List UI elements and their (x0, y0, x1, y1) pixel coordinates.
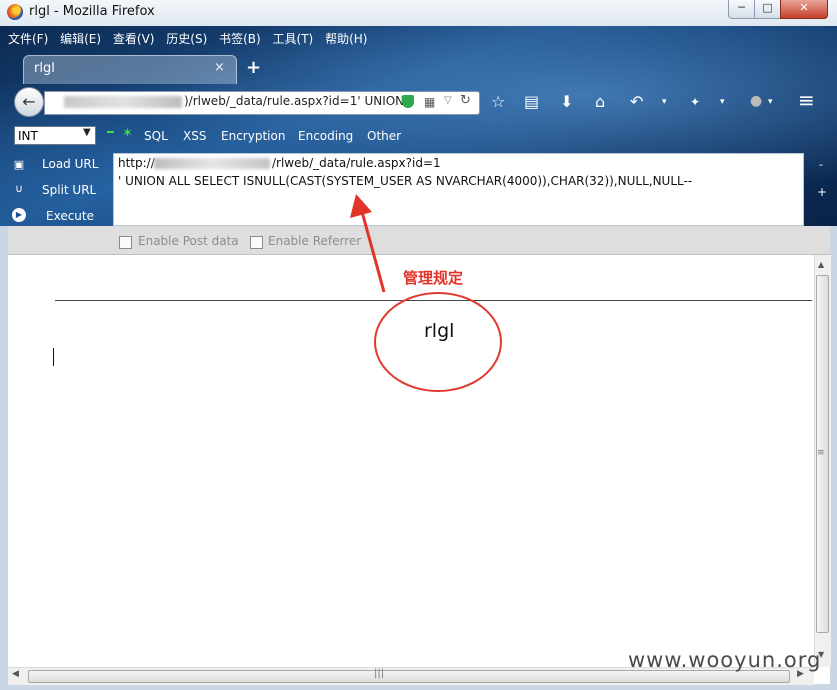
back-button[interactable]: ← (14, 87, 44, 117)
hackbar-menu-xss[interactable]: XSS (183, 129, 206, 143)
enable-referrer-checkbox[interactable] (250, 236, 263, 249)
minus-icon[interactable] (107, 131, 114, 133)
hackbar-menu-encoding[interactable]: Encoding (298, 129, 353, 143)
plus-icon[interactable]: ✶ (122, 126, 133, 141)
scroll-up-icon[interactable]: ▲ (818, 260, 824, 269)
enable-post-checkbox[interactable] (119, 236, 132, 249)
tab-rlgl[interactable] (23, 55, 237, 84)
maximize-button[interactable]: □ (754, 0, 781, 19)
extension-dropdown-icon[interactable]: ▾ (720, 97, 725, 107)
chevron-down-icon: ▼ (83, 127, 91, 138)
hackbar-redacted-host (154, 158, 270, 169)
tab-title: rlgl (34, 61, 55, 76)
reading-list-icon[interactable]: ▤ (524, 92, 539, 111)
split-url-icon: ∪ (14, 182, 24, 195)
menu-tools[interactable]: 工具(T) (273, 30, 314, 48)
scroll-left-icon[interactable]: ◀ (12, 669, 19, 679)
hackbar-menu-encryption[interactable]: Encryption (221, 129, 285, 143)
window-title: rlgl - Mozilla Firefox (29, 4, 155, 19)
split-url-button[interactable]: Split URL (42, 183, 96, 197)
extension-icon[interactable]: ✦ (690, 95, 700, 109)
scroll-grip-icon: ||| (374, 668, 385, 679)
firefox-logo-icon (7, 4, 23, 20)
window-frame-right (830, 226, 837, 690)
download-icon[interactable]: ⬇ (560, 92, 573, 111)
addon-icon[interactable]: ● (750, 93, 762, 109)
execute-icon: ▶ (12, 208, 26, 222)
hamburger-menu-icon[interactable]: ≡ (798, 88, 815, 112)
hackbar-text-line1-start: http:// (118, 156, 155, 170)
addon-dropdown-icon[interactable]: ▾ (768, 97, 773, 107)
undo-icon[interactable]: ↶ (630, 92, 643, 111)
qr-code-icon[interactable]: ▦ (424, 95, 435, 109)
undo-dropdown-icon[interactable]: ▾ (662, 97, 667, 107)
menu-view[interactable]: 查看(V) (113, 30, 155, 48)
hackbar-grow-icon[interactable]: + (817, 185, 827, 199)
close-window-button[interactable]: ✕ (780, 0, 828, 19)
annotation-arrow-icon (350, 194, 386, 293)
reload-icon[interactable]: ↻ (460, 93, 471, 108)
hackbar-text-line1-end: /rlweb/_data/rule.aspx?id=1 (272, 156, 441, 170)
scroll-grip-icon: ≡ (817, 448, 825, 458)
shield-icon[interactable] (402, 95, 414, 108)
minimize-button[interactable]: ─ (728, 0, 755, 19)
bookmark-star-icon[interactable]: ☆ (491, 92, 505, 111)
annotation-circle (374, 292, 502, 392)
load-url-icon: ▣ (13, 158, 25, 171)
home-icon[interactable]: ⌂ (595, 92, 605, 111)
new-tab-button[interactable]: + (246, 57, 261, 78)
menu-file[interactable]: 文件(F) (8, 30, 48, 48)
menu-history[interactable]: 历史(S) (166, 30, 207, 48)
annotation-label: 管理规定 (403, 269, 464, 287)
hackbar-menu-other[interactable]: Other (367, 129, 401, 143)
enable-post-label: Enable Post data (138, 234, 239, 248)
url-text: )/rlweb/_data/rule.aspx?id=1' UNION (184, 94, 405, 108)
hackbar-menu-sql[interactable]: SQL (144, 129, 168, 143)
text-caret (53, 348, 54, 366)
hackbar-text-line2: ' UNION ALL SELECT ISNULL(CAST(SYSTEM_US… (118, 174, 693, 188)
hackbar-shrink-icon[interactable]: - (819, 158, 823, 171)
menu-edit[interactable]: 编辑(E) (60, 30, 101, 48)
menu-bar: 文件(F) 编辑(E) 查看(V) 历史(S) 书签(B) 工具(T) 帮助(H… (8, 30, 375, 50)
menu-bookmarks[interactable]: 书签(B) (219, 30, 261, 48)
tab-close-icon[interactable]: × (214, 60, 225, 75)
menu-help[interactable]: 帮助(H) (325, 30, 367, 48)
watermark: www.wooyun.org (628, 648, 822, 672)
execute-button[interactable]: Execute (46, 209, 94, 223)
load-url-button[interactable]: Load URL (42, 157, 98, 171)
url-redacted-host (64, 96, 182, 108)
window-frame-left (0, 226, 8, 690)
url-dropdown-icon[interactable]: ▽ (444, 95, 452, 106)
